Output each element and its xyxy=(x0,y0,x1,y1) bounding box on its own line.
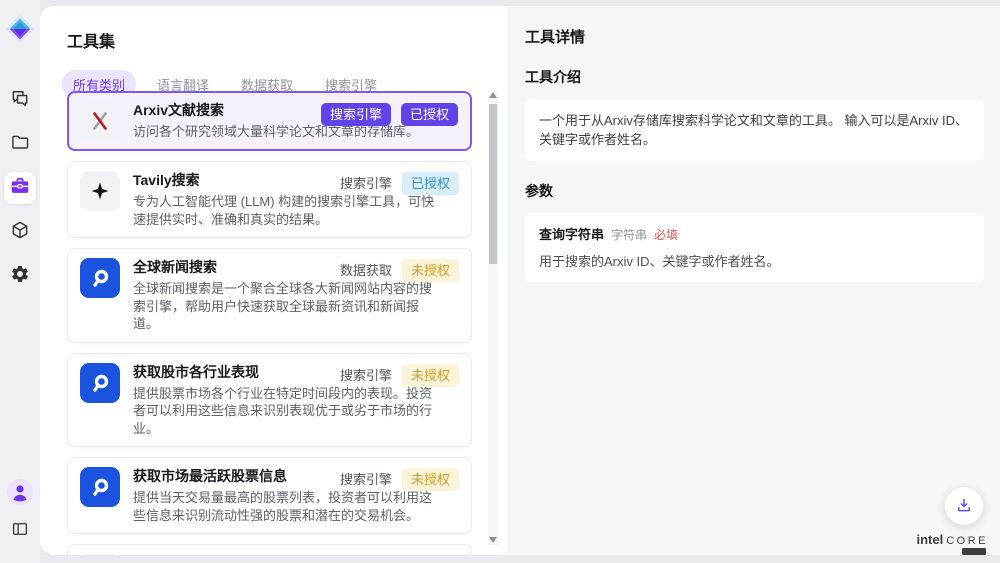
tool-category-badge: 数据获取 xyxy=(340,260,392,281)
app-window: 工具集 所有类别语言翻译数据获取搜索引擎 Arxiv文献搜索 访问各个研究领域大… xyxy=(0,0,1000,563)
user-avatar-icon xyxy=(7,479,33,510)
auth-status-badge: 未授权 xyxy=(402,259,459,282)
sidebar-bottom xyxy=(0,480,40,545)
tool-card-2[interactable]: 全球新闻搜索 全球新闻搜索是一个聚合全球各大新闻网站内容的搜索引擎，帮助用户快速… xyxy=(67,248,472,343)
sidebar-item-toolbox[interactable] xyxy=(4,172,36,204)
auth-status-badge: 已授权 xyxy=(401,103,458,126)
sidebar-item-folder[interactable] xyxy=(4,128,36,160)
list-scrollbar[interactable] xyxy=(488,90,498,545)
tavily-icon xyxy=(80,171,120,211)
tool-category-badge: 搜索引擎 xyxy=(340,173,392,194)
parameter-header: 查询字符串 字符串 必填 xyxy=(539,225,970,245)
folder-icon xyxy=(10,132,30,157)
page-title: 工具集 xyxy=(67,28,507,52)
auth-status-badge: 已授权 xyxy=(402,172,459,195)
intel-core-badge xyxy=(962,548,986,555)
sidebar-item-collapse-sidebar[interactable] xyxy=(6,517,34,545)
scroll-down-arrow-icon[interactable] xyxy=(489,537,497,543)
auth-status-badge: 未授权 xyxy=(402,364,459,387)
details-title: 工具详情 xyxy=(525,26,984,47)
tool-category-badge: 搜索引擎 xyxy=(321,103,391,126)
package-icon xyxy=(10,220,30,245)
tool-category-badge: 搜索引擎 xyxy=(340,365,392,386)
tool-badges: 搜索引擎已授权 xyxy=(340,172,459,195)
auth-status-badge: 未授权 xyxy=(402,468,459,491)
toolbox-icon xyxy=(9,175,31,202)
tool-description: 全球新闻搜索是一个聚合全球各大新闻网站内容的搜索引擎，帮助用户快速获取全球最新资… xyxy=(133,280,435,333)
tool-list: Arxiv文献搜索 访问各个研究领域大量科学论文和文章的存储库。 搜索引擎已授权… xyxy=(67,91,472,555)
tool-badges: 数据获取未授权 xyxy=(340,259,459,282)
collapse-sidebar-icon xyxy=(11,520,29,543)
tool-description: 专为人工智能代理 (LLM) 构建的搜索引擎工具，可快速提供实时、准确和真实的结… xyxy=(133,193,435,228)
download-button[interactable] xyxy=(945,487,983,525)
tool-card-1[interactable]: Tavily搜索 专为人工智能代理 (LLM) 构建的搜索引擎工具，可快速提供实… xyxy=(67,161,472,238)
tool-badges: 搜索引擎未授权 xyxy=(340,364,459,387)
icon-sidebar xyxy=(0,0,40,563)
juhe-search-icon xyxy=(80,258,120,298)
tool-badges: 搜索引擎未授权 xyxy=(340,468,459,491)
tool-card-0[interactable]: Arxiv文献搜索 访问各个研究领域大量科学论文和文章的存储库。 搜索引擎已授权 xyxy=(67,91,472,151)
tool-list-panel: 工具集 所有类别语言翻译数据获取搜索引擎 Arxiv文献搜索 访问各个研究领域大… xyxy=(40,6,507,555)
tool-category-badge: 搜索引擎 xyxy=(340,469,392,490)
parameter-required-flag: 必填 xyxy=(654,226,678,245)
settings-icon xyxy=(10,264,30,289)
intel-core-wordmark: intel core xyxy=(916,532,988,547)
params-heading: 参数 xyxy=(525,181,984,201)
intel-text: intel xyxy=(916,532,943,547)
tool-description: 提供股票市场各个行业在特定时间段内的表现。投资者可以利用这些信息来识别表现优于或… xyxy=(133,385,435,438)
parameter-name: 查询字符串 xyxy=(539,225,604,244)
tool-card-3[interactable]: 获取股市各行业表现 提供股票市场各个行业在特定时间段内的表现。投资者可以利用这些… xyxy=(67,353,472,448)
sidebar-item-settings[interactable] xyxy=(4,260,36,292)
scroll-up-arrow-icon[interactable] xyxy=(489,92,497,98)
sidebar-item-chat[interactable] xyxy=(4,84,36,116)
parameter-type: 字符串 xyxy=(611,226,647,245)
juhe-search-icon xyxy=(80,363,120,403)
core-text: core xyxy=(946,535,988,547)
download-icon xyxy=(955,496,973,517)
sidebar-item-user-avatar[interactable] xyxy=(6,480,34,508)
parameter-card: 查询字符串 字符串 必填 用于搜索的Arxiv ID、关键字或作者姓名。 xyxy=(525,213,984,282)
intro-heading: 工具介绍 xyxy=(525,67,984,87)
tool-intro-text: 一个用于从Arxiv存储库搜索科学论文和文章的工具。 输入可以是Arxiv ID… xyxy=(525,99,984,161)
parameter-description: 用于搜索的Arxiv ID、关键字或作者姓名。 xyxy=(539,253,970,270)
chat-icon xyxy=(10,88,30,113)
intel-core-logo: intel core xyxy=(916,532,988,555)
tool-details-panel: 工具详情 工具介绍 一个用于从Arxiv存储库搜索科学论文和文章的工具。 输入可… xyxy=(507,6,1000,555)
juhe-search-icon xyxy=(80,467,120,507)
main-content: 工具集 所有类别语言翻译数据获取搜索引擎 Arxiv文献搜索 访问各个研究领域大… xyxy=(40,6,1000,555)
tool-card-5[interactable]: 万维地区新闻查询 查询具体行政区划内的新闻，快速了解各地新闻动 搜索引擎未授权 xyxy=(67,544,472,555)
arxiv-icon xyxy=(80,101,120,141)
tool-description: 提供当天交易量最高的股票列表，投资者可以利用这些信息来识别流动性强的股票和潜在的… xyxy=(133,489,435,524)
app-logo xyxy=(5,14,35,44)
tool-badges: 搜索引擎已授权 xyxy=(321,103,458,126)
tool-card-4[interactable]: 获取市场最活跃股票信息 提供当天交易量最高的股票列表，投资者可以利用这些信息来识… xyxy=(67,457,472,534)
sidebar-item-package[interactable] xyxy=(4,216,36,248)
sidebar-nav xyxy=(4,84,36,292)
scrollbar-thumb[interactable] xyxy=(489,104,497,264)
news-icon xyxy=(80,554,120,555)
